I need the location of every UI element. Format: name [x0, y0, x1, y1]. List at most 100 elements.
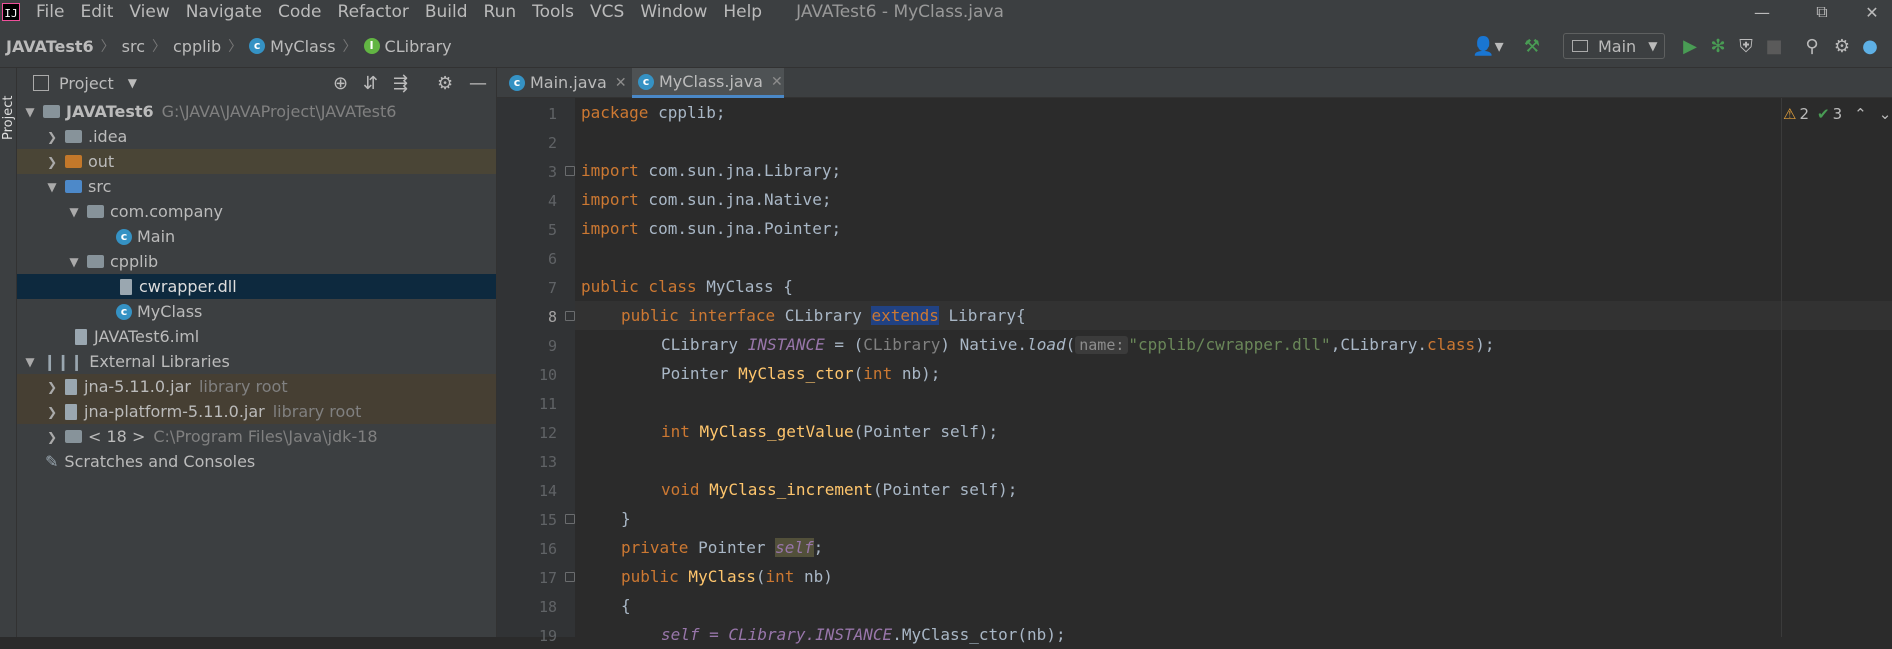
breadcrumb: JAVATest6 〉 src 〉 cpplib 〉 c MyClass 〉 I… [6, 24, 452, 68]
warning-icon: ⚠ [1783, 105, 1797, 123]
stop-icon[interactable]: ■ [1762, 34, 1786, 58]
parameter-hint: name: [1075, 336, 1129, 354]
restore-icon[interactable]: ⧉ [1802, 0, 1842, 24]
tree-row-out[interactable]: ❯ out [17, 149, 496, 174]
close-tab-icon[interactable]: ✕ [615, 75, 627, 91]
menu-window[interactable]: Window [640, 2, 707, 22]
user-icon[interactable]: 👤▾ [1470, 34, 1506, 58]
chevron-up-icon[interactable]: ⌃ [1854, 105, 1867, 123]
expand-all-icon[interactable]: ⇵ [363, 73, 378, 94]
code-text: ( [853, 364, 864, 383]
breadcrumb-package[interactable]: cpplib [173, 37, 221, 56]
chevron-down-icon[interactable]: ▼ [23, 105, 37, 119]
chevron-down-icon[interactable]: ▼ [67, 205, 81, 219]
chevron-right-icon[interactable]: ❯ [45, 130, 59, 144]
code-line-4: import com.sun.jna.Native; [581, 185, 831, 214]
tree-row-project-root[interactable]: ▼ JAVATest6 G:\JAVA\JAVAProject\JAVATest… [17, 99, 496, 124]
chevron-right-icon[interactable]: ❯ [45, 405, 59, 419]
breadcrumb-interface[interactable]: CLibrary [385, 37, 452, 56]
coverage-icon[interactable]: ⛨ [1734, 34, 1758, 58]
tab-myclass-java[interactable]: c MyClass.java ✕ [632, 68, 784, 98]
tree-row-external-libraries[interactable]: ▼ ❙❙❙ External Libraries [17, 349, 496, 374]
locate-icon[interactable]: ⊕ [333, 73, 348, 94]
panel-icon [33, 75, 49, 91]
intellij-logo-icon: IJ [2, 3, 20, 21]
breadcrumb-class[interactable]: MyClass [270, 37, 335, 56]
project-panel-title[interactable]: Project [59, 74, 114, 93]
fold-marker-icon[interactable] [565, 166, 575, 176]
fold-marker-icon[interactable] [565, 514, 575, 524]
settings-icon[interactable]: ⚙ [1830, 34, 1854, 58]
chevron-down-icon: ▼ [1648, 39, 1658, 53]
tree-row-scratches[interactable]: ✎ Scratches and Consoles [17, 449, 496, 474]
run-icon[interactable]: ▶ [1678, 34, 1702, 58]
menu-navigate[interactable]: Navigate [186, 2, 262, 22]
inspection-widget[interactable]: ⚠ 2 ✔ 3 ⌃ ⌄ [1783, 105, 1891, 123]
build-hammer-icon[interactable]: ⚒ [1520, 34, 1544, 58]
chevron-down-icon[interactable]: ▼ [45, 180, 59, 194]
tree-row-src[interactable]: ▼ src [17, 174, 496, 199]
tree-row-main[interactable]: c Main [17, 224, 496, 249]
chevron-down-icon[interactable]: ▼ [23, 355, 37, 369]
string-literal: "cpplib/cwrapper.dll" [1128, 335, 1331, 354]
menu-view[interactable]: View [129, 2, 169, 22]
search-icon[interactable]: ⚲ [1800, 34, 1824, 58]
code-text: ,CLibrary. [1330, 335, 1428, 354]
keyword: int [765, 567, 795, 586]
tree-row-idea[interactable]: ❯ .idea [17, 124, 496, 149]
run-config-select[interactable]: Main ▼ [1563, 33, 1665, 59]
keyword: int [661, 422, 690, 441]
project-tool-button[interactable]: Project [1, 96, 16, 140]
tree-row-com-company[interactable]: ▼ com.company [17, 199, 496, 224]
menu-refactor[interactable]: Refactor [338, 2, 409, 22]
fold-marker-icon[interactable] [565, 311, 575, 321]
tree-row-myclass[interactable]: c MyClass [17, 299, 496, 324]
breadcrumb-src[interactable]: src [122, 37, 145, 56]
hide-icon[interactable]: — [469, 73, 487, 94]
code-text: ); [1475, 335, 1495, 354]
code-line-5: import com.sun.jna.Pointer; [581, 214, 841, 243]
chevron-down-icon[interactable]: ⌄ [1879, 105, 1892, 123]
tree-row-cwrapper-dll[interactable]: cwrapper.dll [17, 274, 496, 299]
class-icon: c [509, 74, 525, 91]
menu-tools[interactable]: Tools [532, 2, 574, 22]
chevron-right-icon[interactable]: ❯ [45, 430, 59, 444]
tree-row-cpplib[interactable]: ▼ cpplib [17, 249, 496, 274]
menu-build[interactable]: Build [425, 2, 468, 22]
code-editor[interactable]: package cpplib; import com.sun.jna.Libra… [575, 98, 1892, 644]
chevron-down-icon[interactable]: ▼ [128, 76, 137, 90]
tree-row-jna-platform-jar[interactable]: ❯ jna-platform-5.11.0.jar library root [17, 399, 496, 424]
jdk-folder-icon [65, 430, 82, 443]
menu-help[interactable]: Help [723, 2, 762, 22]
close-tab-icon[interactable]: ✕ [771, 74, 783, 90]
menu-run[interactable]: Run [484, 2, 517, 22]
tree-row-jdk[interactable]: ❯ < 18 > C:\Program Files\Java\jdk-18 [17, 424, 496, 449]
tree-label: .idea [88, 127, 128, 146]
fold-marker-icon[interactable] [565, 572, 575, 582]
keyword: private [621, 538, 689, 557]
line-number: 18 [538, 598, 557, 616]
minimize-icon[interactable]: — [1742, 0, 1782, 24]
keyword: void [661, 480, 700, 499]
tab-main-java[interactable]: c Main.java ✕ [509, 68, 629, 97]
chevron-down-icon[interactable]: ▼ [67, 255, 81, 269]
breadcrumb-project[interactable]: JAVATest6 [6, 37, 94, 56]
code-line-12: int MyClass_getValue(Pointer self); [661, 417, 998, 446]
menu-edit[interactable]: Edit [80, 2, 113, 22]
collapse-all-icon[interactable]: ⇶ [393, 73, 408, 94]
chevron-right-icon[interactable]: ❯ [45, 155, 59, 169]
debug-icon[interactable]: ✻ [1706, 34, 1730, 58]
breadcrumb-separator-icon: 〉 [152, 39, 166, 55]
tips-bulb-icon[interactable]: ● [1858, 34, 1882, 58]
tree-row-jna-jar[interactable]: ❯ jna-5.11.0.jar library root [17, 374, 496, 399]
menu-vcs[interactable]: VCS [590, 2, 624, 22]
tree-row-iml[interactable]: JAVATest6.iml [17, 324, 496, 349]
menu-file[interactable]: File [36, 2, 64, 22]
gear-icon[interactable]: ⚙ [437, 73, 453, 94]
keyword: public class [581, 277, 697, 296]
chevron-right-icon[interactable]: ❯ [45, 380, 59, 394]
line-number: 11 [538, 395, 557, 413]
close-icon[interactable]: ✕ [1852, 0, 1892, 24]
code-text: nb); [892, 364, 941, 383]
menu-code[interactable]: Code [278, 2, 322, 22]
